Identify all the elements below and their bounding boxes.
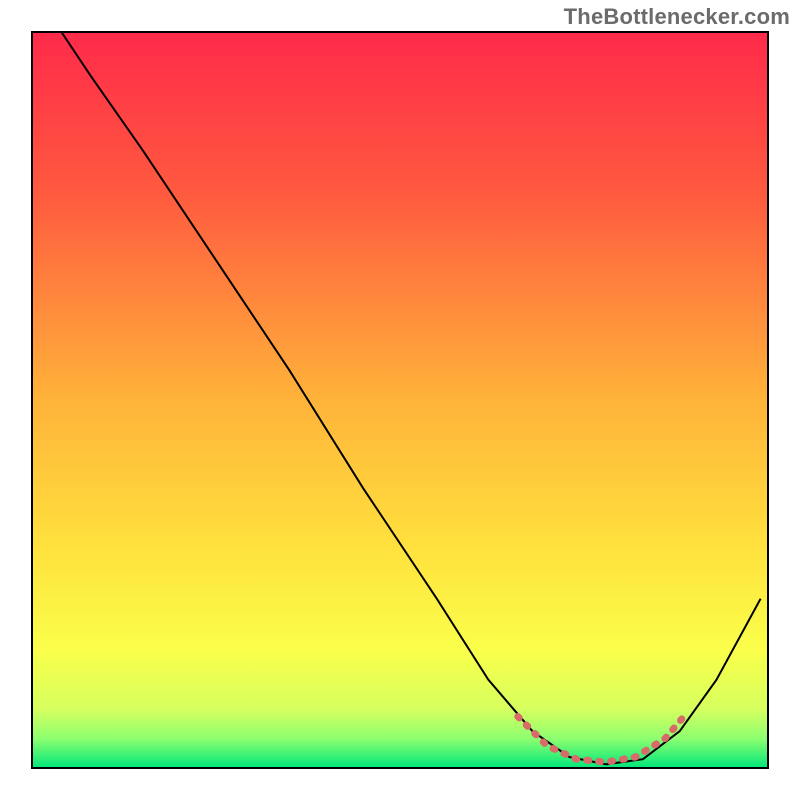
attribution-text: TheBottlenecker.com — [564, 4, 790, 30]
bottleneck-chart — [0, 0, 800, 800]
gradient-background — [32, 32, 768, 768]
chart-frame: { "attribution": "TheBottlenecker.com", … — [0, 0, 800, 800]
